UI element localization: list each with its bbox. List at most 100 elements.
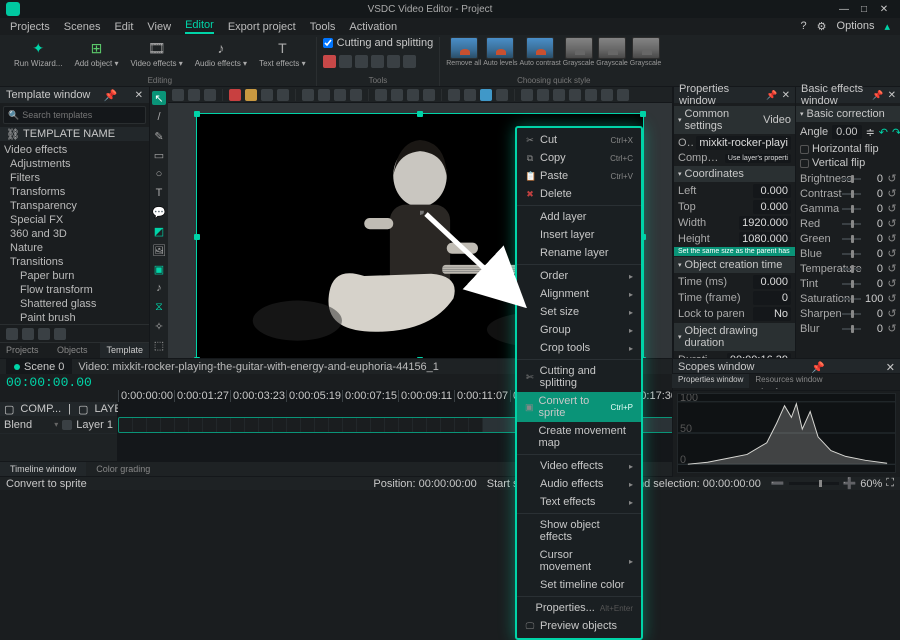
ctx-create-movement-map[interactable]: Create movement map [517,422,641,452]
menu-edit[interactable]: Edit [114,21,133,33]
section-coordinates[interactable]: ▾Coordinates [674,166,795,182]
ellipse-tool-icon[interactable]: ○ [152,167,166,181]
reset-icon[interactable]: ↺ [887,172,897,185]
section-creation-time[interactable]: ▾Object creation time [674,257,795,273]
iconbar-button[interactable] [204,89,216,101]
menu-editor[interactable]: Editor [185,19,214,34]
menu-options[interactable]: Options [837,20,875,33]
pencil-tool-icon[interactable]: ✎ [152,129,166,143]
template-tree-item[interactable]: Flow transform [0,283,149,297]
run-wizard-button[interactable]: ✦ Run Wizard... [10,37,66,70]
section-common-settings[interactable]: ▾Common settingsVideo [674,106,795,134]
fx-value[interactable]: 0 [865,263,883,275]
fx-value[interactable]: 0 [865,218,883,230]
resize-handle[interactable] [194,234,200,240]
rotate-ccw-icon[interactable]: ↶ [879,126,888,139]
ctx-convert-to-sprite[interactable]: ▣Convert to spriteCtrl+P [517,392,641,422]
iconbar-button[interactable] [172,89,184,101]
iconbar-button[interactable] [496,89,508,101]
template-action-icon[interactable] [54,328,66,340]
fx-slider[interactable] [842,268,861,270]
iconbar-button[interactable] [277,89,289,101]
fx-value[interactable]: 0 [865,203,883,215]
prop-value[interactable]: Use layer's properti [725,154,791,163]
fx-value[interactable]: 0 [865,323,883,335]
menu-projects[interactable]: Projects [10,21,50,33]
menu-export-project[interactable]: Export project [228,21,296,33]
ctx-cut[interactable]: ✂CutCtrl+X [517,131,641,149]
ctx-show-object-effects[interactable]: Show object effects [517,516,641,546]
fx-slider[interactable] [842,208,861,210]
angle-value[interactable]: 0.00 [832,125,861,139]
template-action-icon[interactable] [38,328,50,340]
iconbar-button[interactable] [423,89,435,101]
template-tree-item[interactable]: ▸Transparency [0,199,149,213]
maximize-button[interactable]: □ [854,4,874,15]
prop-value[interactable]: No [753,307,791,321]
ctx-text-effects[interactable]: Text effects▸ [517,493,641,511]
audio-effects-button[interactable]: ♪ Audio effects ▾ [191,37,251,70]
menu-tools[interactable]: Tools [310,21,336,33]
fx-slider[interactable] [842,238,861,240]
close-panel-icon[interactable]: ✕ [888,90,896,101]
fx-slider[interactable] [842,193,861,195]
tab-resources-window[interactable]: Resources window [749,374,828,388]
reset-icon[interactable]: ↺ [887,277,897,290]
style-auto-contrast[interactable] [526,37,554,59]
pin-icon[interactable]: 📌 [872,90,883,101]
template-tree[interactable]: ▾Video effects▸Adjustments▸Filters▸Trans… [0,141,149,324]
tab-color-grading[interactable]: Color grading [86,462,160,476]
reset-icon[interactable]: ↺ [887,292,897,305]
text-tool-icon[interactable]: T [152,186,166,200]
tool-icon[interactable] [371,55,384,68]
tab-objects-explorer[interactable]: Objects ex... [51,343,100,358]
text-effects-button[interactable]: T Text effects ▾ [255,37,310,70]
resize-handle[interactable] [417,111,423,117]
ctx-rename-layer[interactable]: Rename layer [517,244,641,262]
ctx-preview-objects[interactable]: 🖵Preview objects [517,617,641,635]
iconbar-button[interactable] [480,89,492,101]
template-tree-item[interactable]: ▸Special FX [0,213,149,227]
menu-activation[interactable]: Activation [349,21,397,33]
tool-icon[interactable] [323,55,336,68]
ctx-insert-layer[interactable]: Insert layer [517,226,641,244]
template-tree-item[interactable]: ▾Video effects [0,143,149,157]
style-grayscale[interactable] [598,37,626,59]
prop-value[interactable]: 0 [753,291,791,305]
ctx-order[interactable]: Order▸ [517,267,641,285]
chart-tool-icon[interactable]: ◩ [152,224,166,238]
tab-template[interactable]: Template ... [100,343,149,358]
section-drawing-duration[interactable]: ▾Object drawing duration [674,323,795,351]
close-button[interactable]: ✕ [874,4,894,15]
help-icon[interactable]: ? [801,20,807,33]
search-input[interactable] [22,110,141,120]
add-object-button[interactable]: ⊞ Add object ▾ [70,37,122,70]
reset-icon[interactable]: ↺ [887,322,897,335]
style-auto-levels[interactable] [486,37,514,59]
reset-icon[interactable]: ↺ [887,262,897,275]
prop-value[interactable]: mixkit-rocker-playi [696,136,791,150]
prop-value[interactable]: 1080.000 [739,232,791,246]
tooltip-tool-icon[interactable]: 💬 [152,205,166,219]
iconbar-button[interactable] [601,89,613,101]
hflip-checkbox[interactable] [800,145,809,154]
cursor-tool-icon[interactable]: ↖ [152,91,166,105]
ctx-add-layer[interactable]: Add layer [517,208,641,226]
prop-value[interactable]: 0.000 [753,275,791,289]
template-tree-item[interactable]: ▸Nature [0,241,149,255]
minimize-button[interactable]: — [834,4,854,15]
template-tree-item[interactable]: Shattered glass [0,297,149,311]
iconbar-button[interactable] [229,89,241,101]
pin-icon[interactable]: 📌 [766,90,777,101]
ctx-paste[interactable]: 📋PasteCtrl+V [517,167,641,185]
tab-properties-window[interactable]: Properties window [672,374,749,388]
cutting-splitting-check[interactable]: Cutting and splitting [323,37,434,49]
chevron-up-icon[interactable]: ▴ [884,20,890,33]
resize-handle[interactable] [194,111,200,117]
iconbar-button[interactable] [188,89,200,101]
iconbar-button[interactable] [261,89,273,101]
ctx-set-timeline-color[interactable]: Set timeline color [517,576,641,594]
style-remove-all[interactable] [450,37,478,59]
iconbar-button[interactable] [537,89,549,101]
reset-icon[interactable]: ↺ [887,247,897,260]
